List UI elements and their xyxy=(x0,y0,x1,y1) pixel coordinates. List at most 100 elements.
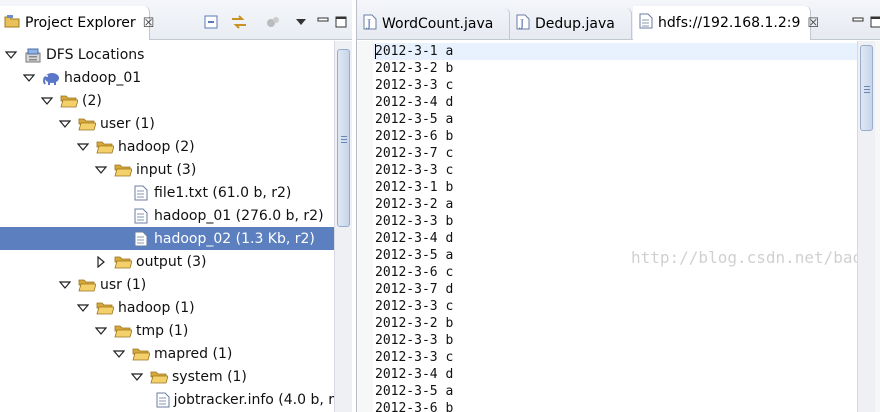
editor-line: 2012-3-5 a xyxy=(375,248,454,263)
file-icon xyxy=(132,208,150,224)
editor-lines: 2012-3-1 a 2012-3-2 b 2012-3-3 c 2012-3-4 d… xyxy=(375,43,453,412)
expand-arrow-icon[interactable] xyxy=(112,347,126,361)
watermark: http://blog.csdn.net/baolibin528 xyxy=(631,248,857,267)
tree-item-label: jobtracker.info (4.0 b, r xyxy=(173,391,334,408)
svg-text:J: J xyxy=(366,19,371,30)
editor-line: 2012-3-5 a xyxy=(375,112,454,127)
editor-line: 2012-3-7 c xyxy=(375,146,454,161)
editor-line: 2012-3-3 b xyxy=(375,214,454,229)
expand-arrow-icon[interactable] xyxy=(76,301,90,315)
editor-line: 2012-3-2 b xyxy=(375,61,454,76)
tree-item[interactable]: jobtracker.info (4.0 b, r xyxy=(0,388,334,411)
text-editor[interactable]: 2012-3-1 a 2012-3-2 b 2012-3-3 c 2012-3-4 d… xyxy=(357,41,857,412)
editor-line: 2012-3-6 c xyxy=(375,265,454,280)
expand-arrow-icon[interactable] xyxy=(94,163,108,177)
collapse-all-icon[interactable] xyxy=(202,13,220,31)
tree-item[interactable]: file1.txt (61.0 b, r2) xyxy=(0,181,334,204)
editor-line: 2012-3-1 a xyxy=(375,44,454,59)
tree-item[interactable]: system (1) xyxy=(0,365,334,388)
expand-arrow-icon[interactable] xyxy=(94,324,108,338)
tree-item-label: hadoop (1) xyxy=(118,299,195,316)
folder-open-icon xyxy=(60,93,78,109)
tree-item-label: usr (1) xyxy=(100,276,147,293)
text-caret xyxy=(375,44,376,59)
editor-line: 2012-3-4 d xyxy=(375,95,454,110)
view-menu-icon[interactable] xyxy=(292,13,310,31)
editor-line: 2012-3-7 d xyxy=(375,282,454,297)
close-icon[interactable]: ☒ xyxy=(143,16,155,31)
tree-item[interactable]: DFS Locations xyxy=(0,43,334,66)
minimize-icon[interactable] xyxy=(849,13,867,31)
tree-item[interactable]: output (3) xyxy=(0,250,334,273)
expand-arrow-icon[interactable] xyxy=(4,48,18,62)
tree-item-label: system (1) xyxy=(172,368,247,385)
tree-item[interactable]: hadoop_02 (1.3 Kb, r2) xyxy=(0,227,334,250)
project-explorer-panel: Project Explorer ☒ DFS Locations hadoop_0… xyxy=(0,0,352,412)
editor-tabbar: J WordCount.java J Dedup.java hdfs://192… xyxy=(357,0,880,40)
tree-item-label: input (3) xyxy=(136,161,197,178)
tree-item[interactable]: mapred (1) xyxy=(0,342,334,365)
collapsed-arrow-icon[interactable] xyxy=(94,255,108,269)
dfs-tree: DFS Locations hadoop_01 (2) user (1) hadoop … xyxy=(0,41,334,412)
tree-item[interactable]: user (1) xyxy=(0,112,334,135)
tree-item-label: file1.txt (61.0 b, r2) xyxy=(154,184,292,201)
folder-open-icon xyxy=(150,369,168,385)
tree-item[interactable]: hadoop (2) xyxy=(0,135,334,158)
editor-line: 2012-3-6 b xyxy=(375,129,454,144)
tab-hdfs-file[interactable]: hdfs://192.168.1.2:9 ☒ xyxy=(633,6,819,40)
project-explorer-tab-label: Project Explorer xyxy=(25,15,136,31)
tree-item[interactable]: (2) xyxy=(0,89,334,112)
dfs-locations-icon xyxy=(24,47,42,63)
expand-arrow-icon[interactable] xyxy=(76,140,90,154)
folder-open-icon xyxy=(96,300,114,316)
folder-open-icon xyxy=(114,323,132,339)
editor-scrollbar[interactable] xyxy=(857,41,875,412)
tree-item[interactable]: hadoop_01 xyxy=(0,66,334,89)
java-file-icon: J xyxy=(363,14,377,34)
tab-dedup[interactable]: J Dedup.java xyxy=(510,8,632,40)
expand-arrow-icon[interactable] xyxy=(130,370,144,384)
tree-item-label: hadoop_02 (1.3 Kb, r2) xyxy=(154,230,315,247)
minimize-icon[interactable] xyxy=(314,13,332,31)
expand-arrow-icon[interactable] xyxy=(40,94,54,108)
editor-line: 2012-3-3 c xyxy=(375,78,454,93)
expand-arrow-icon[interactable] xyxy=(58,278,72,292)
editor-line: 2012-3-2 b xyxy=(375,316,454,331)
overview-ruler xyxy=(875,41,880,412)
connect-icon[interactable] xyxy=(264,13,282,31)
expand-arrow-icon[interactable] xyxy=(22,71,36,85)
tree-item-label: tmp (1) xyxy=(136,322,189,339)
folder-open-icon xyxy=(78,277,96,293)
editor-line: 2012-3-1 b xyxy=(375,180,454,195)
project-explorer-tab[interactable]: Project Explorer ☒ xyxy=(0,6,154,40)
editor-panel: J WordCount.java J Dedup.java hdfs://192… xyxy=(356,0,880,412)
expand-arrow-icon[interactable] xyxy=(58,117,72,131)
editor-line: 2012-3-5 a xyxy=(375,384,454,399)
tree-item[interactable]: usr (1) xyxy=(0,273,334,296)
tree-item-label: hadoop_01 (276.0 b, r2) xyxy=(154,207,324,224)
editor-scrollbar-thumb[interactable] xyxy=(860,45,873,131)
tree-item[interactable]: input (3) xyxy=(0,158,334,181)
editor-line: 2012-3-4 d xyxy=(375,367,454,382)
tree-scrollbar-thumb[interactable] xyxy=(337,49,350,227)
file-icon xyxy=(132,185,150,201)
tree-item[interactable]: hadoop (1) xyxy=(0,296,334,319)
tree-item[interactable]: tmp (1) xyxy=(0,319,334,342)
editor-line: 2012-3-2 a xyxy=(375,197,454,212)
link-with-editor-icon[interactable] xyxy=(230,13,248,31)
editor-line: 2012-3-3 b xyxy=(375,333,454,348)
tree-scrollbar[interactable] xyxy=(334,41,352,412)
maximize-icon[interactable] xyxy=(867,13,880,31)
close-icon[interactable]: ☒ xyxy=(807,16,819,31)
editor-line: 2012-3-3 c xyxy=(375,299,454,314)
folder-open-icon xyxy=(78,116,96,132)
tree-item-label: DFS Locations xyxy=(46,46,145,63)
tab-wordcount[interactable]: J WordCount.java xyxy=(357,8,510,40)
editor-line: 2012-3-4 d xyxy=(375,231,454,246)
maximize-icon[interactable] xyxy=(332,13,350,31)
tree-item[interactable]: hadoop_01 (276.0 b, r2) xyxy=(0,204,334,227)
tree-item-label: user (1) xyxy=(100,115,155,132)
tree-item-label: hadoop_01 xyxy=(64,69,142,86)
